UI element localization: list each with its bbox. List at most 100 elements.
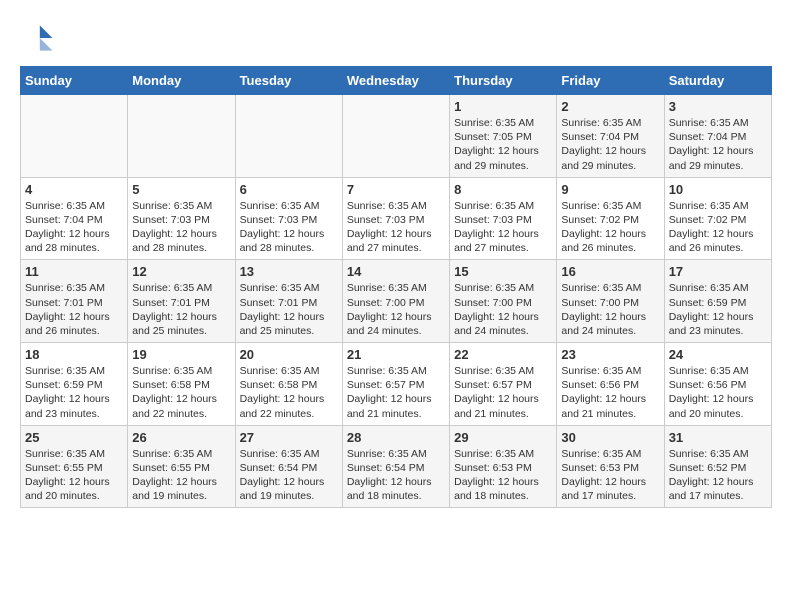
day-number: 24 — [669, 347, 767, 362]
calendar-cell: 16 Sunrise: 6:35 AM Sunset: 7:00 PM Dayli… — [557, 260, 664, 343]
calendar-cell: 20 Sunrise: 6:35 AM Sunset: 6:58 PM Dayli… — [235, 343, 342, 426]
day-number: 29 — [454, 430, 552, 445]
day-info: Sunrise: 6:35 AM Sunset: 6:52 PM Dayligh… — [669, 447, 767, 504]
calendar-cell: 5 Sunrise: 6:35 AM Sunset: 7:03 PM Daylig… — [128, 177, 235, 260]
day-info: Sunrise: 6:35 AM Sunset: 6:56 PM Dayligh… — [669, 364, 767, 421]
calendar-cell: 25 Sunrise: 6:35 AM Sunset: 6:55 PM Dayli… — [21, 425, 128, 508]
day-number: 18 — [25, 347, 123, 362]
calendar-cell — [235, 95, 342, 178]
day-info: Sunrise: 6:35 AM Sunset: 6:55 PM Dayligh… — [132, 447, 230, 504]
day-number: 9 — [561, 182, 659, 197]
calendar-cell: 31Sunrise: 6:35 AM Sunset: 6:52 PM Dayli… — [664, 425, 771, 508]
day-info: Sunrise: 6:35 AM Sunset: 7:00 PM Dayligh… — [347, 281, 445, 338]
calendar-cell: 18Sunrise: 6:35 AM Sunset: 6:59 PM Dayli… — [21, 343, 128, 426]
day-info: Sunrise: 6:35 AM Sunset: 7:00 PM Dayligh… — [561, 281, 659, 338]
calendar-cell: 29 Sunrise: 6:35 AM Sunset: 6:53 PM Dayli… — [450, 425, 557, 508]
day-info: Sunrise: 6:35 AM Sunset: 6:54 PM Dayligh… — [240, 447, 338, 504]
day-number: 30 — [561, 430, 659, 445]
day-number: 6 — [240, 182, 338, 197]
logo — [20, 20, 62, 56]
calendar-cell: 10 Sunrise: 6:35 AM Sunset: 7:02 PM Dayli… — [664, 177, 771, 260]
calendar-table: SundayMondayTuesdayWednesdayThursdayFrid… — [20, 66, 772, 508]
day-info: Sunrise: 6:35 AM Sunset: 7:02 PM Dayligh… — [561, 199, 659, 256]
calendar-cell: 4 Sunrise: 6:35 AM Sunset: 7:04 PM Daylig… — [21, 177, 128, 260]
week-row-2: 4 Sunrise: 6:35 AM Sunset: 7:04 PM Daylig… — [21, 177, 772, 260]
calendar-cell — [128, 95, 235, 178]
page-header — [20, 20, 772, 56]
calendar-cell: 9 Sunrise: 6:35 AM Sunset: 7:02 PM Daylig… — [557, 177, 664, 260]
day-number: 25 — [25, 430, 123, 445]
day-number: 21 — [347, 347, 445, 362]
day-info: Sunrise: 6:35 AM Sunset: 7:05 PM Dayligh… — [454, 116, 552, 173]
week-row-5: 25 Sunrise: 6:35 AM Sunset: 6:55 PM Dayli… — [21, 425, 772, 508]
col-header-wednesday: Wednesday — [342, 67, 449, 95]
week-row-4: 18Sunrise: 6:35 AM Sunset: 6:59 PM Dayli… — [21, 343, 772, 426]
calendar-cell — [21, 95, 128, 178]
day-info: Sunrise: 6:35 AM Sunset: 7:00 PM Dayligh… — [454, 281, 552, 338]
day-info: Sunrise: 6:35 AM Sunset: 7:04 PM Dayligh… — [561, 116, 659, 173]
calendar-cell: 12Sunrise: 6:35 AM Sunset: 7:01 PM Dayli… — [128, 260, 235, 343]
calendar-cell: 14 Sunrise: 6:35 AM Sunset: 7:00 PM Dayli… — [342, 260, 449, 343]
day-info: Sunrise: 6:35 AM Sunset: 6:58 PM Dayligh… — [240, 364, 338, 421]
day-number: 28 — [347, 430, 445, 445]
day-number: 13 — [240, 264, 338, 279]
day-number: 3 — [669, 99, 767, 114]
day-number: 10 — [669, 182, 767, 197]
day-number: 17 — [669, 264, 767, 279]
day-info: Sunrise: 6:35 AM Sunset: 7:04 PM Dayligh… — [669, 116, 767, 173]
day-number: 20 — [240, 347, 338, 362]
calendar-cell: 7Sunrise: 6:35 AM Sunset: 7:03 PM Daylig… — [342, 177, 449, 260]
calendar-cell: 22 Sunrise: 6:35 AM Sunset: 6:57 PM Dayli… — [450, 343, 557, 426]
calendar-cell: 24 Sunrise: 6:35 AM Sunset: 6:56 PM Dayli… — [664, 343, 771, 426]
day-info: Sunrise: 6:35 AM Sunset: 6:53 PM Dayligh… — [454, 447, 552, 504]
day-info: Sunrise: 6:35 AM Sunset: 6:57 PM Dayligh… — [454, 364, 552, 421]
calendar-cell: 1Sunrise: 6:35 AM Sunset: 7:05 PM Daylig… — [450, 95, 557, 178]
calendar-cell: 15 Sunrise: 6:35 AM Sunset: 7:00 PM Dayli… — [450, 260, 557, 343]
day-number: 4 — [25, 182, 123, 197]
calendar-cell: 30 Sunrise: 6:35 AM Sunset: 6:53 PM Dayli… — [557, 425, 664, 508]
day-number: 26 — [132, 430, 230, 445]
calendar-cell: 8 Sunrise: 6:35 AM Sunset: 7:03 PM Daylig… — [450, 177, 557, 260]
col-header-monday: Monday — [128, 67, 235, 95]
day-info: Sunrise: 6:35 AM Sunset: 6:55 PM Dayligh… — [25, 447, 123, 504]
col-header-sunday: Sunday — [21, 67, 128, 95]
day-info: Sunrise: 6:35 AM Sunset: 7:03 PM Dayligh… — [132, 199, 230, 256]
day-info: Sunrise: 6:35 AM Sunset: 6:59 PM Dayligh… — [669, 281, 767, 338]
calendar-cell — [342, 95, 449, 178]
day-number: 23 — [561, 347, 659, 362]
day-number: 15 — [454, 264, 552, 279]
calendar-cell: 21 Sunrise: 6:35 AM Sunset: 6:57 PM Dayli… — [342, 343, 449, 426]
day-info: Sunrise: 6:35 AM Sunset: 6:54 PM Dayligh… — [347, 447, 445, 504]
day-info: Sunrise: 6:35 AM Sunset: 6:57 PM Dayligh… — [347, 364, 445, 421]
calendar-cell: 11Sunrise: 6:35 AM Sunset: 7:01 PM Dayli… — [21, 260, 128, 343]
day-number: 14 — [347, 264, 445, 279]
calendar-cell: 17 Sunrise: 6:35 AM Sunset: 6:59 PM Dayli… — [664, 260, 771, 343]
calendar-cell: 19Sunrise: 6:35 AM Sunset: 6:58 PM Dayli… — [128, 343, 235, 426]
week-row-1: 1Sunrise: 6:35 AM Sunset: 7:05 PM Daylig… — [21, 95, 772, 178]
col-header-friday: Friday — [557, 67, 664, 95]
day-info: Sunrise: 6:35 AM Sunset: 7:01 PM Dayligh… — [132, 281, 230, 338]
day-info: Sunrise: 6:35 AM Sunset: 7:03 PM Dayligh… — [454, 199, 552, 256]
day-number: 19 — [132, 347, 230, 362]
col-header-tuesday: Tuesday — [235, 67, 342, 95]
day-number: 22 — [454, 347, 552, 362]
day-info: Sunrise: 6:35 AM Sunset: 7:04 PM Dayligh… — [25, 199, 123, 256]
day-number: 8 — [454, 182, 552, 197]
calendar-header-row: SundayMondayTuesdayWednesdayThursdayFrid… — [21, 67, 772, 95]
day-info: Sunrise: 6:35 AM Sunset: 7:03 PM Dayligh… — [240, 199, 338, 256]
day-info: Sunrise: 6:35 AM Sunset: 6:56 PM Dayligh… — [561, 364, 659, 421]
col-header-thursday: Thursday — [450, 67, 557, 95]
day-number: 5 — [132, 182, 230, 197]
calendar-cell: 26 Sunrise: 6:35 AM Sunset: 6:55 PM Dayli… — [128, 425, 235, 508]
day-info: Sunrise: 6:35 AM Sunset: 6:53 PM Dayligh… — [561, 447, 659, 504]
calendar-cell: 13Sunrise: 6:35 AM Sunset: 7:01 PM Dayli… — [235, 260, 342, 343]
day-info: Sunrise: 6:35 AM Sunset: 7:03 PM Dayligh… — [347, 199, 445, 256]
calendar-cell: 28 Sunrise: 6:35 AM Sunset: 6:54 PM Dayli… — [342, 425, 449, 508]
day-number: 11 — [25, 264, 123, 279]
calendar-cell: 6 Sunrise: 6:35 AM Sunset: 7:03 PM Daylig… — [235, 177, 342, 260]
col-header-saturday: Saturday — [664, 67, 771, 95]
day-number: 2 — [561, 99, 659, 114]
day-info: Sunrise: 6:35 AM Sunset: 7:02 PM Dayligh… — [669, 199, 767, 256]
day-number: 16 — [561, 264, 659, 279]
calendar-cell: 2 Sunrise: 6:35 AM Sunset: 7:04 PM Daylig… — [557, 95, 664, 178]
